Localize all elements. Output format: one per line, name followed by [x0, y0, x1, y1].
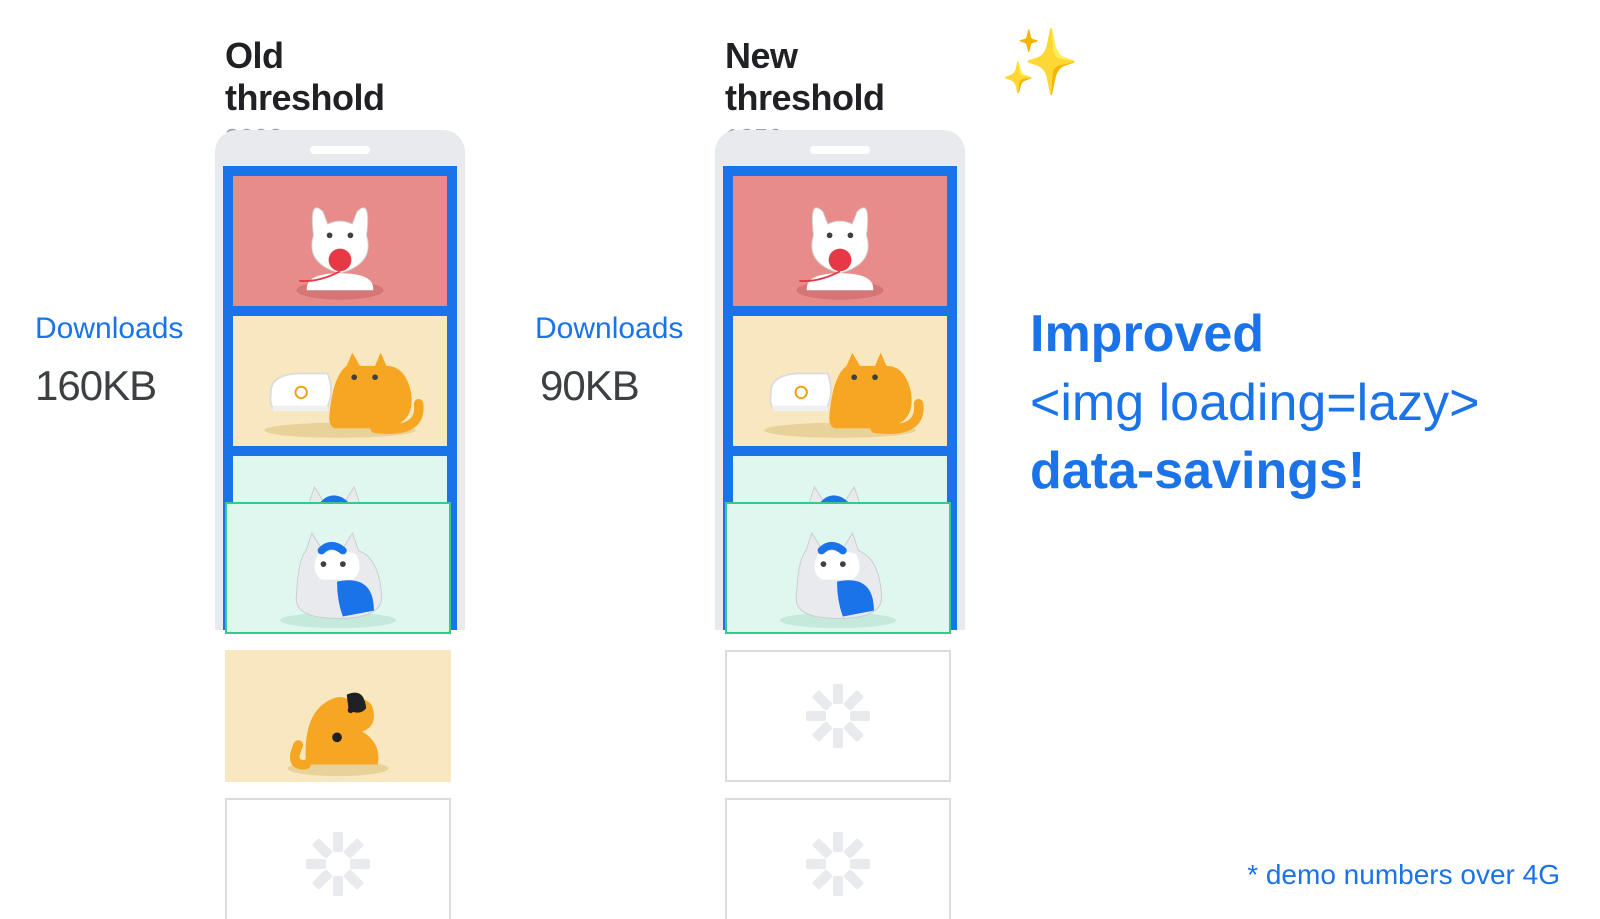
headline: Improved <img loading=lazy> data-savings… — [1030, 300, 1580, 506]
new-image-cat-orange — [733, 316, 947, 446]
old-image-cat-pink — [233, 176, 447, 306]
old-downloads-value: 160KB — [35, 362, 156, 410]
old-loaded-dog-yellow — [225, 650, 451, 782]
old-threshold-title: Old threshold — [0, 35, 400, 119]
headline-line1: Improved — [1030, 300, 1580, 369]
new-below-fold — [725, 502, 951, 919]
old-image-cat-orange — [233, 316, 447, 446]
new-threshold-title: New threshold — [500, 35, 900, 119]
old-below-fold — [225, 502, 451, 919]
headline-line3: data-savings! — [1030, 437, 1580, 506]
footnote: * demo numbers over 4G — [1247, 859, 1560, 891]
new-placeholder-2 — [725, 798, 951, 919]
spinner-icon — [804, 682, 872, 750]
spinner-icon — [804, 830, 872, 898]
new-downloads-label: Downloads — [535, 312, 683, 346]
new-placeholder-1 — [725, 650, 951, 782]
new-downloads-value: 90KB — [540, 362, 639, 410]
old-downloads-label: Downloads — [35, 312, 183, 346]
old-placeholder — [225, 798, 451, 919]
spinner-icon — [304, 830, 372, 898]
headline-line2: <img loading=lazy> — [1030, 369, 1580, 438]
new-image-cat-pink — [733, 176, 947, 306]
new-loaded-cat-blue — [725, 502, 951, 634]
sparkles-icon: ✨ — [1000, 25, 1080, 100]
old-loaded-cat-blue — [225, 502, 451, 634]
